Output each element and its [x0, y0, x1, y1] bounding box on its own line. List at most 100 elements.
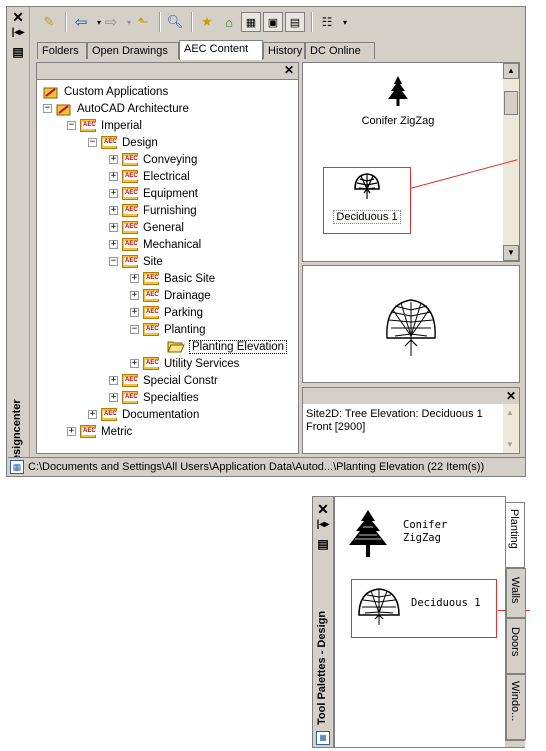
- expand-icon[interactable]: +: [109, 172, 118, 181]
- tab-dc-online[interactable]: DC Online: [305, 42, 375, 59]
- properties-menu-icon[interactable]: ▤: [316, 537, 330, 551]
- tab-open-drawings[interactable]: Open Drawings: [87, 42, 179, 59]
- scroll-down-icon[interactable]: ▼: [506, 440, 514, 449]
- open-folder-icon: [167, 341, 185, 353]
- content-pane[interactable]: Conifer ZigZag Deciduous 1 ▲ ▼: [302, 62, 520, 262]
- tree-item-electrical[interactable]: + AEC Electrical: [109, 168, 190, 185]
- tree-item-specialties[interactable]: + AEC Specialties: [109, 389, 199, 406]
- tree-item-furnishing[interactable]: + AEC Furnishing: [109, 202, 197, 219]
- aec-folder-icon: AEC: [143, 289, 160, 302]
- expand-icon[interactable]: +: [130, 274, 139, 283]
- tree-item-label: Drainage: [164, 289, 211, 302]
- tab-planting[interactable]: Planting: [505, 502, 525, 568]
- auto-hide-icon[interactable]: |◂▸: [11, 27, 25, 38]
- load-icon[interactable]: ✎: [39, 12, 59, 32]
- views-dropdown-icon[interactable]: ▾: [335, 12, 355, 32]
- tree-item-general[interactable]: + AEC General: [109, 219, 184, 236]
- tab-walls[interactable]: Walls: [506, 568, 526, 618]
- favorites-icon[interactable]: ★: [197, 12, 217, 32]
- expand-icon[interactable]: +: [88, 410, 97, 419]
- tree-item-equipment[interactable]: + AEC Equipment: [109, 185, 198, 202]
- preview-toggle-icon[interactable]: ▣: [263, 12, 283, 32]
- tree-item-label: Planting: [164, 323, 206, 336]
- tree-item-custom-applications[interactable]: Custom Applications: [43, 83, 168, 100]
- collapse-icon[interactable]: −: [88, 138, 97, 147]
- description-toggle-icon[interactable]: ▤: [285, 12, 305, 32]
- tree-item-conveying[interactable]: + AEC Conveying: [109, 151, 197, 168]
- tab-windows[interactable]: Windo...: [506, 674, 526, 740]
- expand-icon[interactable]: +: [109, 189, 118, 198]
- forward-arrow-icon[interactable]: ⇨: [101, 12, 121, 32]
- content-item-conifer-zigzag[interactable]: Conifer ZigZag: [313, 75, 483, 135]
- tab-history[interactable]: History: [263, 42, 305, 59]
- views-icon[interactable]: ☷: [317, 12, 337, 32]
- content-item-deciduous-1[interactable]: Deciduous 1: [323, 169, 411, 231]
- tool-item-label: Conifer ZigZag: [403, 519, 448, 544]
- close-icon[interactable]: ✕: [316, 501, 330, 518]
- tree-item-utility-services[interactable]: + AEC Utility Services: [130, 355, 239, 372]
- scroll-down-icon[interactable]: ▼: [503, 245, 519, 261]
- expand-icon[interactable]: +: [130, 308, 139, 317]
- scroll-up-icon[interactable]: ▲: [506, 408, 514, 417]
- tree-item-special-constr[interactable]: + AEC Special Constr: [109, 372, 218, 389]
- tree-item-imperial[interactable]: − AEC Imperial: [67, 117, 142, 134]
- tab-label: Doors: [509, 627, 521, 657]
- collapse-icon[interactable]: −: [43, 104, 52, 113]
- tool-item-deciduous-1[interactable]: Deciduous 1: [357, 585, 493, 633]
- tree-item-drainage[interactable]: + AEC Drainage: [130, 287, 211, 304]
- deciduous-tree-icon: [358, 588, 400, 625]
- search-icon[interactable]: 🔍︎: [165, 12, 185, 32]
- expand-icon[interactable]: +: [109, 155, 118, 164]
- tool-item-conifer-zigzag[interactable]: Conifer ZigZag: [345, 509, 495, 559]
- folder-tree[interactable]: ✕ Custom Applications − AutoCAD Architec…: [36, 62, 299, 454]
- expand-icon[interactable]: +: [67, 427, 76, 436]
- tree-item-design[interactable]: − AEC Design: [88, 134, 158, 151]
- tree-item-site[interactable]: − AEC Site: [109, 253, 163, 270]
- tab-doors[interactable]: Doors: [506, 618, 526, 674]
- tool-palette-titlebar[interactable]: ✕ |◂▸ ▤ Tool Palettes - Design ▦: [312, 496, 334, 748]
- expand-icon[interactable]: +: [109, 376, 118, 385]
- up-folder-icon[interactable]: ⬑: [133, 12, 153, 32]
- tree-item-planting-elevation[interactable]: Planting Elevation: [167, 338, 288, 355]
- expand-icon[interactable]: +: [109, 240, 118, 249]
- close-icon[interactable]: ✕: [11, 9, 25, 26]
- tree-item-label: Parking: [164, 306, 203, 319]
- tool-palette-window: ✕ |◂▸ ▤ Tool Palettes - Design ▦ Conifer…: [312, 496, 530, 748]
- collapse-icon[interactable]: −: [130, 325, 139, 334]
- palette-icon[interactable]: ▦: [316, 731, 330, 745]
- tree-item-documentation[interactable]: + AEC Documentation: [88, 406, 199, 423]
- tree-item-mechanical[interactable]: + AEC Mechanical: [109, 236, 201, 253]
- auto-hide-icon[interactable]: |◂▸: [316, 519, 330, 530]
- collapse-icon[interactable]: −: [109, 257, 118, 266]
- application-icon: [43, 87, 58, 98]
- tree-item-planting[interactable]: − AEC Planting: [130, 321, 206, 338]
- home-icon[interactable]: ⌂: [219, 12, 239, 32]
- properties-menu-icon[interactable]: ▤: [11, 45, 25, 59]
- close-description-icon[interactable]: ✕: [506, 389, 516, 403]
- tree-item-parking[interactable]: + AEC Parking: [130, 304, 203, 321]
- expand-icon[interactable]: +: [109, 223, 118, 232]
- designcenter-titlebar[interactable]: ✕ |◂▸ ▤ Designcenter: [7, 7, 30, 476]
- scroll-up-icon[interactable]: ▲: [503, 63, 519, 79]
- scroll-thumb[interactable]: [504, 91, 518, 115]
- tree-item-metric[interactable]: + AEC Metric: [67, 423, 132, 440]
- collapse-icon[interactable]: −: [67, 121, 76, 130]
- tool-palette-content[interactable]: Conifer ZigZag Deciduous 1: [334, 496, 506, 748]
- description-scrollbar[interactable]: ▲ ▼: [503, 404, 519, 453]
- tree-item-label: Site: [143, 255, 163, 268]
- aec-folder-icon: AEC: [122, 221, 139, 234]
- tab-overflow-grip[interactable]: [505, 740, 525, 748]
- back-arrow-icon[interactable]: ⇦: [71, 12, 91, 32]
- tab-folders[interactable]: Folders: [37, 42, 87, 59]
- tab-aec-content[interactable]: AEC Content: [179, 40, 263, 60]
- tree-item-basic-site[interactable]: + AEC Basic Site: [130, 270, 215, 287]
- tree-view-toggle-icon[interactable]: ▦: [241, 12, 261, 32]
- close-tree-icon[interactable]: ✕: [284, 63, 294, 77]
- expand-icon[interactable]: +: [109, 206, 118, 215]
- tree-item-label: Basic Site: [164, 272, 216, 285]
- expand-icon[interactable]: +: [130, 291, 139, 300]
- expand-icon[interactable]: +: [109, 393, 118, 402]
- tree-item-autocad-architecture[interactable]: − AutoCAD Architecture: [43, 100, 189, 117]
- expand-icon[interactable]: +: [130, 359, 139, 368]
- aec-folder-icon: AEC: [80, 119, 97, 132]
